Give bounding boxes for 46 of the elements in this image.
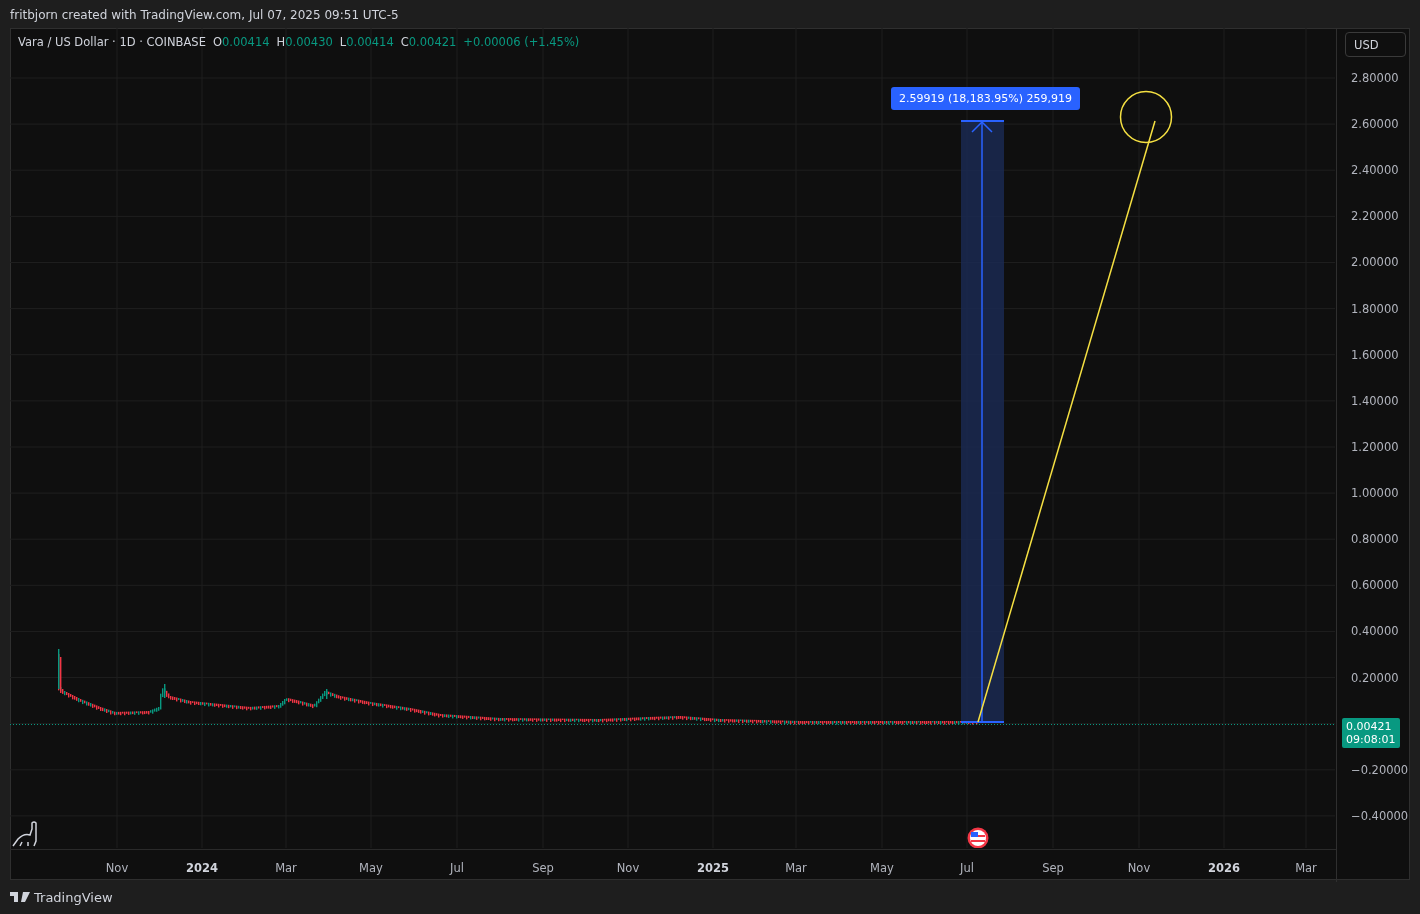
us-flag-icon — [967, 827, 989, 848]
time-tick: May — [359, 861, 383, 875]
symbol-title: Vara / US Dollar · 1D · COINBASE — [18, 35, 206, 49]
time-tick: 2026 — [1208, 861, 1240, 875]
price-tick: 0.80000 — [1351, 532, 1399, 547]
time-tick: Mar — [785, 861, 807, 875]
price-tick: 0.60000 — [1351, 578, 1399, 593]
price-tick: 2.00000 — [1351, 255, 1399, 270]
time-tick: 2024 — [186, 861, 218, 875]
time-tick: Sep — [1042, 861, 1064, 875]
chart-caption: fritbjorn created with TradingView.com, Jul 07, 2025 09:51 UTC-5 — [9, 7, 400, 24]
price-tick: 1.80000 — [1351, 301, 1399, 316]
price-tick: 1.40000 — [1351, 393, 1399, 408]
time-tick: Sep — [532, 861, 554, 875]
measure-label: 2.59919 (18,183.95%) 259,919 — [891, 87, 1080, 110]
time-tick: Nov — [1127, 861, 1151, 875]
price-tick: −0.20000 — [1351, 762, 1409, 777]
price-change: +0.00006 (+1.45%) — [463, 35, 580, 49]
currency-button[interactable]: USD — [1345, 32, 1406, 57]
time-tick: Jul — [450, 861, 464, 875]
ohlc-value: O0.00414 — [212, 35, 270, 49]
candle-countdown: 09:08:01 — [1346, 733, 1397, 746]
time-tick: 2025 — [697, 861, 729, 875]
time-tick: Mar — [1295, 861, 1317, 875]
time-tick: May — [870, 861, 894, 875]
tradingview-logo-icon — [10, 892, 30, 902]
price-tick: −0.40000 — [1351, 808, 1409, 823]
price-tick: 0.40000 — [1351, 624, 1399, 639]
time-tick: Nov — [105, 861, 129, 875]
price-tick: 2.80000 — [1351, 71, 1399, 85]
dinosaur-icon — [12, 821, 37, 847]
time-tick: Nov — [616, 861, 640, 875]
price-tick: 0.20000 — [1351, 670, 1399, 685]
brand-name: TradingView — [34, 889, 113, 905]
price-tick: 2.40000 — [1351, 163, 1399, 178]
price-tick: 2.60000 — [1351, 117, 1399, 132]
ohlc-value: C0.00421 — [400, 35, 457, 49]
last-price: 0.00421 — [1346, 720, 1393, 733]
time-tick: Mar — [275, 861, 297, 875]
price-tick: 2.20000 — [1351, 209, 1399, 224]
price-tick: 1.00000 — [1351, 486, 1399, 501]
ohlc-value: L0.00414 — [339, 35, 394, 49]
price-tick: 1.60000 — [1351, 347, 1399, 362]
ohlc-value: H0.00430 — [276, 35, 333, 49]
time-tick: Jul — [960, 861, 974, 875]
price-tick: 1.20000 — [1351, 439, 1399, 454]
